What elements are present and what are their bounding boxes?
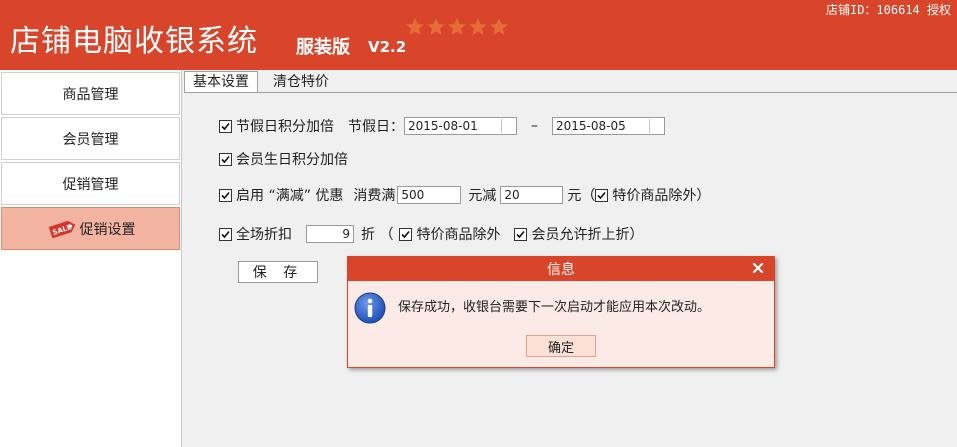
holiday-start-date-value: 2015-08-01 bbox=[408, 119, 478, 133]
checkmark-icon bbox=[221, 155, 230, 163]
save-button[interactable]: 保 存 bbox=[238, 261, 318, 283]
holiday-points-label: 节假日积分加倍 bbox=[236, 119, 334, 135]
app-header: 店铺电脑收银系统 服装版 V2.2 店铺ID：106614 授权 bbox=[0, 0, 957, 70]
member-stack-discount-checkbox[interactable] bbox=[514, 227, 528, 241]
dialog-title-bar: 信息 bbox=[348, 257, 774, 281]
date-range-dash: – bbox=[531, 118, 538, 134]
reduce-amount-input[interactable]: 20 bbox=[500, 186, 564, 204]
sidebar-item-label: 促销管理 bbox=[62, 176, 119, 193]
date-spin-divider bbox=[649, 119, 650, 133]
discount-row: 全场折扣 9 折 （ 特价商品除外 会员允许折上折） bbox=[219, 224, 643, 244]
sidebar-item-label: 促销设置 bbox=[79, 221, 136, 238]
app-title: 店铺电脑收银系统 bbox=[10, 24, 258, 59]
holiday-start-date-input[interactable]: 2015-08-01 bbox=[404, 117, 517, 135]
sidebar-item-label: 会员管理 bbox=[62, 131, 119, 148]
date-spin-divider bbox=[501, 119, 502, 133]
holiday-end-date-value: 2015-08-05 bbox=[556, 119, 626, 133]
holiday-end-date-input[interactable]: 2015-08-05 bbox=[552, 117, 665, 135]
sidebar-item-member-management[interactable]: 会员管理 bbox=[1, 117, 180, 160]
rating-stars-icon bbox=[406, 18, 508, 35]
version-label: V2.2 bbox=[368, 38, 407, 56]
discount-checkbox[interactable] bbox=[219, 227, 232, 241]
checkmark-icon bbox=[221, 191, 230, 199]
checkmark-icon bbox=[516, 230, 526, 238]
full-reduce-checkbox[interactable] bbox=[219, 188, 232, 202]
sidebar-item-label: 商品管理 bbox=[62, 86, 119, 103]
sale-tag-icon: SALE bbox=[48, 220, 75, 238]
sidebar: 商品管理 会员管理 促销管理 SALE 促销设置 bbox=[0, 70, 182, 447]
full-reduce-exclude-special-checkbox[interactable] bbox=[595, 188, 609, 202]
tab-divider bbox=[184, 92, 957, 93]
dialog-message: 保存成功，收银台需要下一次启动才能应用本次改动。 bbox=[398, 300, 711, 315]
sidebar-item-promotion-settings[interactable]: SALE 促销设置 bbox=[1, 207, 180, 250]
holiday-points-row: 节假日积分加倍 节假日： 2015-08-01 – 2015-08-05 bbox=[219, 116, 665, 136]
birthday-points-row: 会员生日积分加倍 bbox=[219, 149, 348, 169]
discount-label: 全场折扣 bbox=[236, 227, 292, 243]
birthday-points-checkbox[interactable] bbox=[219, 152, 232, 166]
tab-basic-settings[interactable]: 基本设置 bbox=[184, 71, 258, 93]
spend-amount-input[interactable]: 500 bbox=[397, 186, 462, 204]
store-info: 店铺ID：106614 授权 bbox=[825, 3, 951, 17]
holiday-date-label: 节假日： bbox=[348, 119, 404, 135]
discount-exclude-special-label: 特价商品除外 bbox=[416, 227, 501, 243]
edition-label: 服装版 bbox=[296, 37, 350, 58]
holiday-points-checkbox[interactable] bbox=[219, 119, 232, 133]
discount-value-input[interactable]: 9 bbox=[306, 225, 354, 243]
info-dialog: 信息 保存成功，收银台需要下一次启动才能应用本次改动。 确定 bbox=[347, 256, 775, 368]
birthday-points-label: 会员生日积分加倍 bbox=[236, 152, 348, 168]
checkmark-icon bbox=[221, 230, 230, 238]
checkmark-icon bbox=[401, 230, 411, 238]
close-icon[interactable] bbox=[750, 260, 766, 276]
spend-label: 消费满 bbox=[353, 188, 396, 204]
yuan-paren-label: 元（ bbox=[567, 188, 596, 204]
full-reduce-label: 启用 “满减” 优惠 bbox=[236, 188, 344, 204]
member-stack-discount-label: 会员允许折上折） bbox=[531, 227, 644, 243]
checkmark-icon bbox=[597, 191, 607, 199]
info-icon bbox=[354, 292, 386, 324]
discount-unit-label: 折 （ bbox=[361, 227, 394, 243]
ok-button[interactable]: 确定 bbox=[526, 335, 596, 357]
dialog-title: 信息 bbox=[547, 262, 575, 278]
reduce-label: 元减 bbox=[468, 188, 497, 204]
full-reduce-row: 启用 “满减” 优惠 消费满 500 元减 20 元（ 特价商品除外） bbox=[219, 185, 710, 205]
tab-clearance-price[interactable]: 清仓特价 bbox=[264, 71, 338, 94]
checkmark-icon bbox=[221, 122, 230, 130]
sidebar-item-promotion-management[interactable]: 促销管理 bbox=[1, 162, 180, 205]
sidebar-item-product-management[interactable]: 商品管理 bbox=[1, 72, 180, 115]
full-reduce-exclude-special-label: 特价商品除外） bbox=[612, 188, 711, 204]
discount-exclude-special-checkbox[interactable] bbox=[399, 227, 413, 241]
